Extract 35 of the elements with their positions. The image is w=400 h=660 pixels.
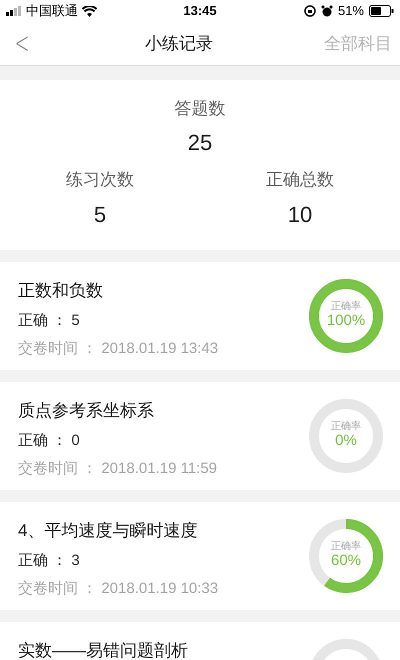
correct-count: 正确 ： 0 — [18, 430, 81, 450]
record-title: 质点参考系坐标系 — [18, 400, 155, 422]
correct-count: 正确 ： 3 — [18, 550, 81, 570]
record-card[interactable]: 实数——易错问题剖析 — [0, 622, 400, 660]
rate-label: 正确率 — [331, 422, 361, 432]
rate-label: 正确率 — [331, 542, 361, 552]
rate-value: 60% — [330, 552, 362, 570]
signal-icon — [6, 6, 22, 16]
record-card[interactable]: 正数和负数 正确 ： 5 交卷时间 ： 2018.01.19 13:43 正确率 100% — [0, 262, 400, 370]
submit-time: 交卷时间 ： 2018.01.19 13:43 — [18, 339, 220, 359]
record-title: 正数和负数 — [18, 280, 104, 302]
stat-value: 5 — [94, 201, 106, 229]
record-title: 4、平均速度与瞬时速度 — [18, 520, 198, 542]
stat-value: 10 — [288, 201, 312, 229]
rotation-lock-icon — [304, 5, 316, 17]
battery-icon — [369, 5, 394, 17]
alarm-icon — [320, 5, 333, 17]
record-card[interactable]: 质点参考系坐标系 正确 ： 0 交卷时间 ： 2018.01.19 11:59 正确率 0% — [0, 382, 400, 490]
page-title: 小练记录 — [144, 32, 214, 55]
carrier-name: 中国联通 — [26, 2, 78, 20]
clock-time: 13:45 — [182, 2, 218, 20]
stat-value: 25 — [188, 128, 212, 156]
rate-label: 正确率 — [331, 302, 361, 312]
rate-value: 100% — [326, 312, 366, 330]
record-title: 实数——易错问题剖析 — [18, 640, 189, 660]
battery-percent: 51% — [338, 2, 364, 20]
submit-time: 交卷时间 ： 2018.01.19 11:59 — [18, 459, 218, 479]
stat-label: 答题数 — [174, 98, 226, 120]
record-card[interactable]: 4、平均速度与瞬时速度 正确 ： 3 交卷时间 ： 2018.01.19 10:33 正确率 60% — [0, 502, 400, 610]
wifi-icon — [82, 6, 97, 16]
correct-count: 正确 ： 5 — [18, 310, 81, 330]
rate-value: 0% — [335, 432, 357, 450]
submit-time: 交卷时间 ： 2018.01.19 10:33 — [18, 579, 220, 599]
stat-label: 正确总数 — [266, 168, 334, 190]
stat-label: 练习次数 — [66, 168, 134, 190]
